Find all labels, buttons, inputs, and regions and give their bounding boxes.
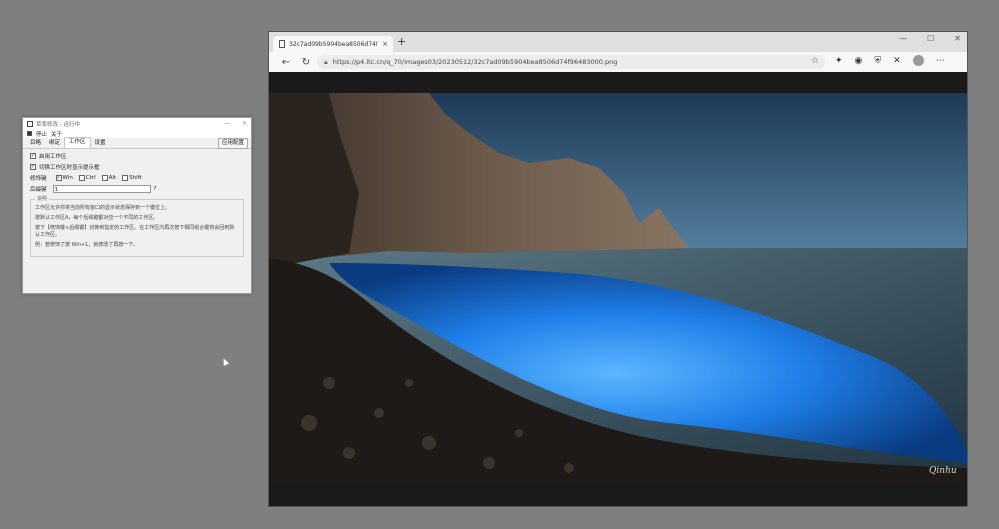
refresh-icon[interactable]: ↻ <box>299 57 313 68</box>
modifier-alt-checkbox[interactable] <box>101 175 108 181</box>
tab-close-icon[interactable]: × <box>382 40 388 48</box>
modifier-shift[interactable]: Shift <box>122 175 142 181</box>
app-window: 草率修改 - 运行中 — × 停止 关于 目略 绑定 工作区 设置 应用配置 ✓… <box>22 117 252 294</box>
app-menubar: 停止 关于 <box>23 129 251 138</box>
help-paragraph-4: 例：若修饰了按 Win+1，就修改了再按一下。 <box>35 242 139 248</box>
document-icon <box>279 40 285 48</box>
hotkey-hint: ? <box>153 186 157 192</box>
apply-config-button[interactable]: 应用配置 <box>217 138 248 149</box>
enable-workspace-row: ✓ 启用工作区 <box>30 152 251 160</box>
new-tab-button[interactable]: + <box>397 35 406 48</box>
profile-avatar[interactable] <box>912 55 924 66</box>
minimize-button[interactable]: — <box>224 118 230 129</box>
image-viewer: Qinhu <box>269 72 967 506</box>
help-paragraph-1: 工作区允许你将当前所有窗口的显示状态保存到一个键位上。 <box>35 205 171 211</box>
modifier-alt-label: Alt <box>108 175 117 181</box>
app-titlebar[interactable]: 草率修改 - 运行中 — × <box>23 118 251 129</box>
collections-icon[interactable]: ✦ <box>835 56 843 66</box>
url-text: https://p4.itc.cn/q_70/images03/20230512… <box>332 58 618 66</box>
show-tip-label: 切换工作区时显示提示框 <box>39 165 100 171</box>
enable-workspace-checkbox[interactable]: ✓ <box>30 153 36 159</box>
modifier-ctrl-label: Ctrl <box>85 175 96 181</box>
photo-signature: Qinhu <box>929 466 957 476</box>
modifier-win-checkbox[interactable]: ✓ <box>55 175 62 181</box>
show-tip-checkbox[interactable]: ✓ <box>30 164 36 170</box>
browser-toolbar: ← ↻ 🔒︎ https://p4.itc.cn/q_70/images03/2… <box>269 52 967 72</box>
tab-1[interactable]: 绑定 <box>45 139 64 148</box>
modifier-row: 修饰键 ✓ Win Ctrl Alt Shift <box>30 174 251 182</box>
coastal-photo: Qinhu <box>269 93 967 485</box>
address-bar[interactable]: 🔒︎ https://p4.itc.cn/q_70/images03/20230… <box>317 55 825 69</box>
help-group: 说明 工作区允许你将当前所有窗口的显示状态保存到一个键位上。 按默认工作区A，每… <box>30 196 244 257</box>
extension-icon[interactable]: ◉ <box>855 56 863 66</box>
favorite-star-icon[interactable]: ☆ <box>811 56 819 66</box>
stop-icon <box>27 131 32 136</box>
menu-about[interactable]: 关于 <box>51 130 62 138</box>
lock-icon: 🔒︎ <box>324 57 328 66</box>
browser-minimize-button[interactable]: — <box>899 34 907 43</box>
hotkey-row: 后缀键 1 ? <box>30 185 251 193</box>
browser-tab-title: 32c7ad09b5904bea8506d74f96483000.png <box>289 40 378 48</box>
help-paragraph-3: 按下【修饰键+后缀键】切换到指定的工作区。在工作区内再次按下相同组合键将会回到默… <box>35 225 235 238</box>
tools-icon[interactable]: ✕ <box>893 56 901 66</box>
modifier-alt[interactable]: Alt <box>101 175 117 181</box>
browser-window: 32c7ad09b5904bea8506d74f96483000.png × +… <box>268 31 968 507</box>
hotkey-input[interactable]: 1 <box>52 185 151 193</box>
modifier-shift-checkbox[interactable] <box>122 175 129 181</box>
modifier-ctrl[interactable]: Ctrl <box>78 175 96 181</box>
help-legend: 说明 <box>37 196 48 202</box>
browser-tab[interactable]: 32c7ad09b5904bea8506d74f96483000.png × <box>273 36 393 52</box>
menu-stop[interactable]: 停止 <box>36 130 47 138</box>
app-tabs: 目略 绑定 工作区 设置 应用配置 <box>23 137 251 149</box>
shield-icon[interactable]: ⛨ <box>874 56 881 66</box>
close-button[interactable]: × <box>242 118 247 129</box>
modifier-win[interactable]: ✓ Win <box>55 175 73 181</box>
modifier-ctrl-checkbox[interactable] <box>78 175 85 181</box>
modifier-win-label: Win <box>62 175 73 181</box>
modifier-label: 修饰键 <box>30 176 47 182</box>
mouse-cursor-icon <box>220 357 230 366</box>
browser-close-button[interactable]: ✕ <box>954 34 961 43</box>
enable-workspace-label: 启用工作区 <box>39 154 67 160</box>
browser-tabstrip: 32c7ad09b5904bea8506d74f96483000.png × +… <box>269 32 967 52</box>
show-tip-row: ✓ 切换工作区时显示提示框 <box>30 163 251 171</box>
app-icon <box>27 120 33 127</box>
extensions-area: ✦ ◉ ⛨ ✕ ⋯ <box>835 55 945 66</box>
back-icon[interactable]: ← <box>279 57 293 68</box>
tab-workspace[interactable]: 工作区 <box>64 137 91 148</box>
app-title: 草率修改 - 运行中 <box>36 121 80 128</box>
more-menu-icon[interactable]: ⋯ <box>936 56 945 66</box>
hotkey-label: 后缀键 <box>30 187 47 193</box>
browser-maximize-button[interactable]: ☐ <box>927 34 934 43</box>
tab-0[interactable]: 目略 <box>26 139 45 148</box>
tab-3[interactable]: 设置 <box>91 139 110 148</box>
modifier-shift-label: Shift <box>129 175 142 181</box>
help-paragraph-2: 按默认工作区A，每个后缀键都对应一个不同的工作区。 <box>35 215 159 221</box>
